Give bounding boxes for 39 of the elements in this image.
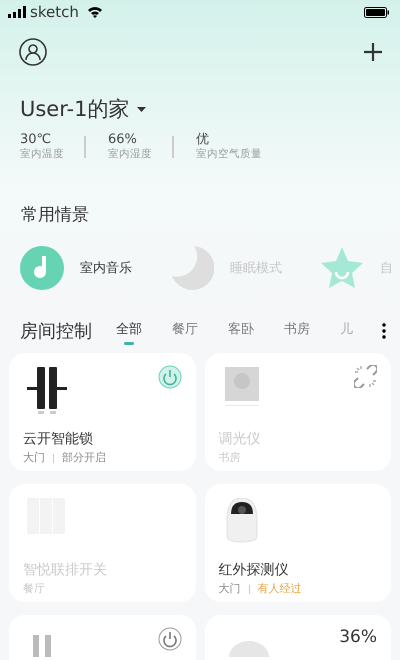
- device-name: 红外探测仪: [218, 561, 290, 580]
- section-title: 房间控制: [20, 320, 92, 344]
- device-room: 大门: [218, 581, 240, 598]
- profile-icon[interactable]: [19, 38, 47, 66]
- more-icon[interactable]: [382, 323, 386, 340]
- scene-label[interactable]: 室内音乐: [80, 258, 132, 278]
- device-reading: 36%: [339, 626, 377, 650]
- stat-value: 30℃: [20, 132, 52, 148]
- section-title: 常用情景: [20, 204, 90, 227]
- battery-icon: [364, 6, 390, 18]
- star-icon[interactable]: [320, 246, 364, 290]
- device-card[interactable]: 云开智能锁 大门 部分开启: [9, 353, 196, 472]
- stat-value: 优: [196, 132, 210, 148]
- power-icon[interactable]: [158, 627, 182, 652]
- device-status: 有人经过: [258, 581, 302, 598]
- signal-icon: [8, 6, 26, 18]
- device-card[interactable]: 36%: [204, 615, 391, 660]
- stat-value: 66%: [108, 132, 138, 148]
- room-tab[interactable]: 儿: [340, 320, 353, 346]
- home-title[interactable]: User-1的家: [20, 94, 130, 126]
- room-tab[interactable]: 全部: [116, 320, 142, 346]
- carrier-name: sketch: [30, 2, 79, 23]
- power-icon[interactable]: [158, 365, 182, 390]
- bars-drawing: [33, 635, 51, 658]
- caret-icon[interactable]: [137, 107, 146, 112]
- stat-label: 室内温度: [20, 147, 64, 162]
- door-lock-drawing: [27, 367, 67, 416]
- round-device-drawing: [228, 641, 268, 658]
- wifi-icon: [86, 6, 103, 18]
- device-name: 云开智能锁: [23, 430, 94, 450]
- add-icon[interactable]: [364, 43, 382, 61]
- room-tab[interactable]: 客卧: [228, 320, 254, 346]
- stat-label: 室内湿度: [108, 147, 152, 162]
- device-room: 大门: [23, 450, 45, 466]
- device-card[interactable]: 红外探测仪 大门 有人经过: [204, 484, 391, 602]
- room-tab[interactable]: 书房: [284, 320, 310, 346]
- stat-label: 室内空气质量: [196, 147, 262, 162]
- room-tab[interactable]: 餐厅: [172, 320, 198, 346]
- device-status: 部分开启: [62, 450, 106, 466]
